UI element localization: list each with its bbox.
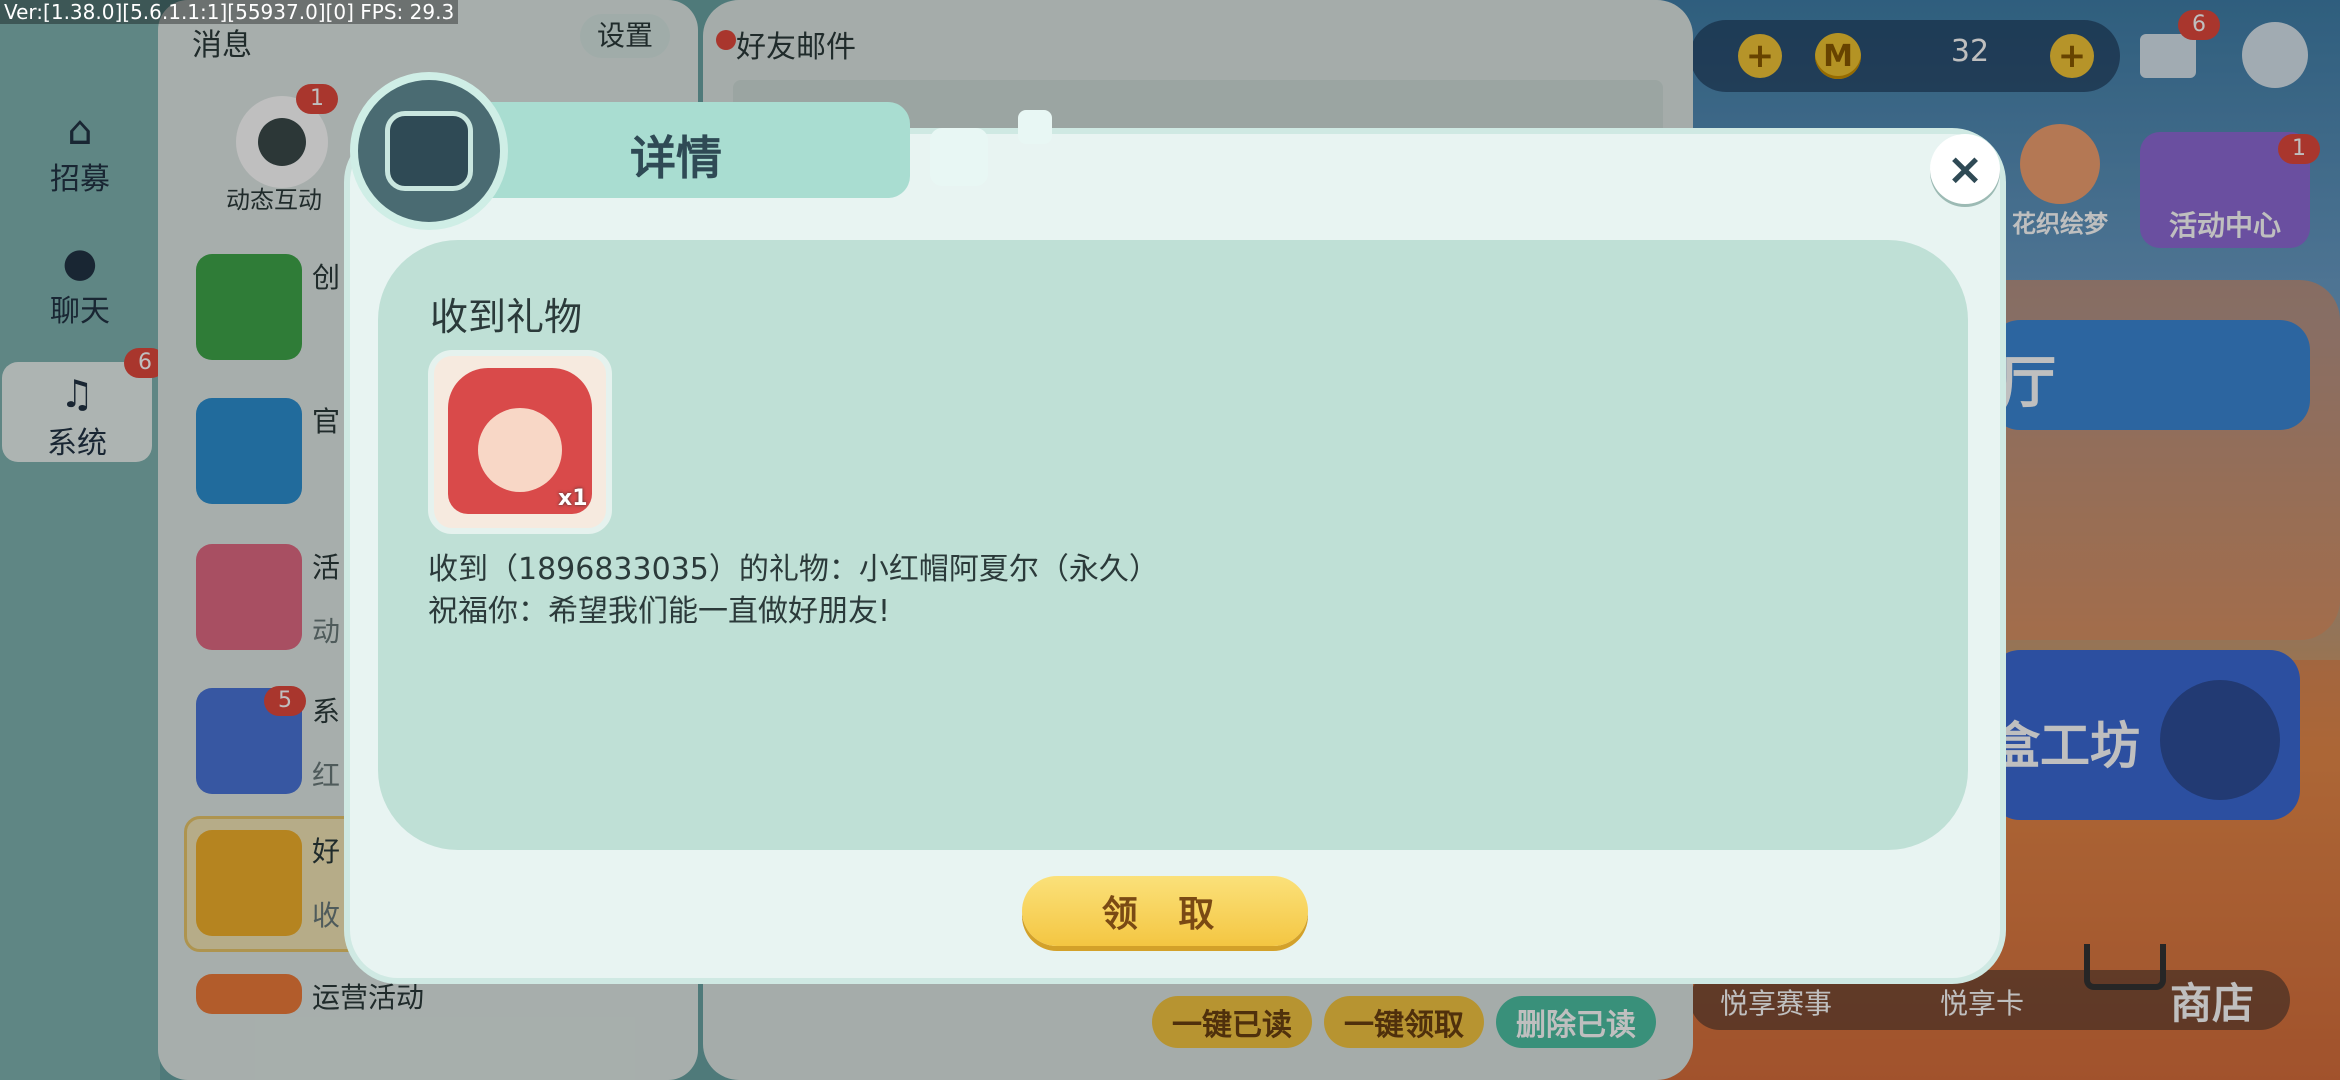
gift-heading: 收到礼物 (430, 295, 583, 339)
gift-item-slot[interactable]: x1 (428, 350, 612, 534)
debug-text: Ver:[1.38.0][5.6.1.1:1][55937.0][0] FPS:… (0, 0, 459, 24)
gift-message-line1: 收到（1896833035）的礼物：小红帽阿夏尔（永久） (428, 552, 1159, 587)
decor-square (930, 128, 988, 186)
gift-message-line2: 祝福你：希望我们能一直做好朋友! (428, 594, 891, 629)
close-button[interactable]: × (1930, 134, 2000, 204)
avatar-icon (350, 72, 508, 230)
claim-button[interactable]: 领 取 (1022, 876, 1308, 946)
gift-count: x1 (558, 486, 588, 511)
decor-square (1018, 110, 1052, 144)
modal-title: 详情 (630, 131, 722, 185)
